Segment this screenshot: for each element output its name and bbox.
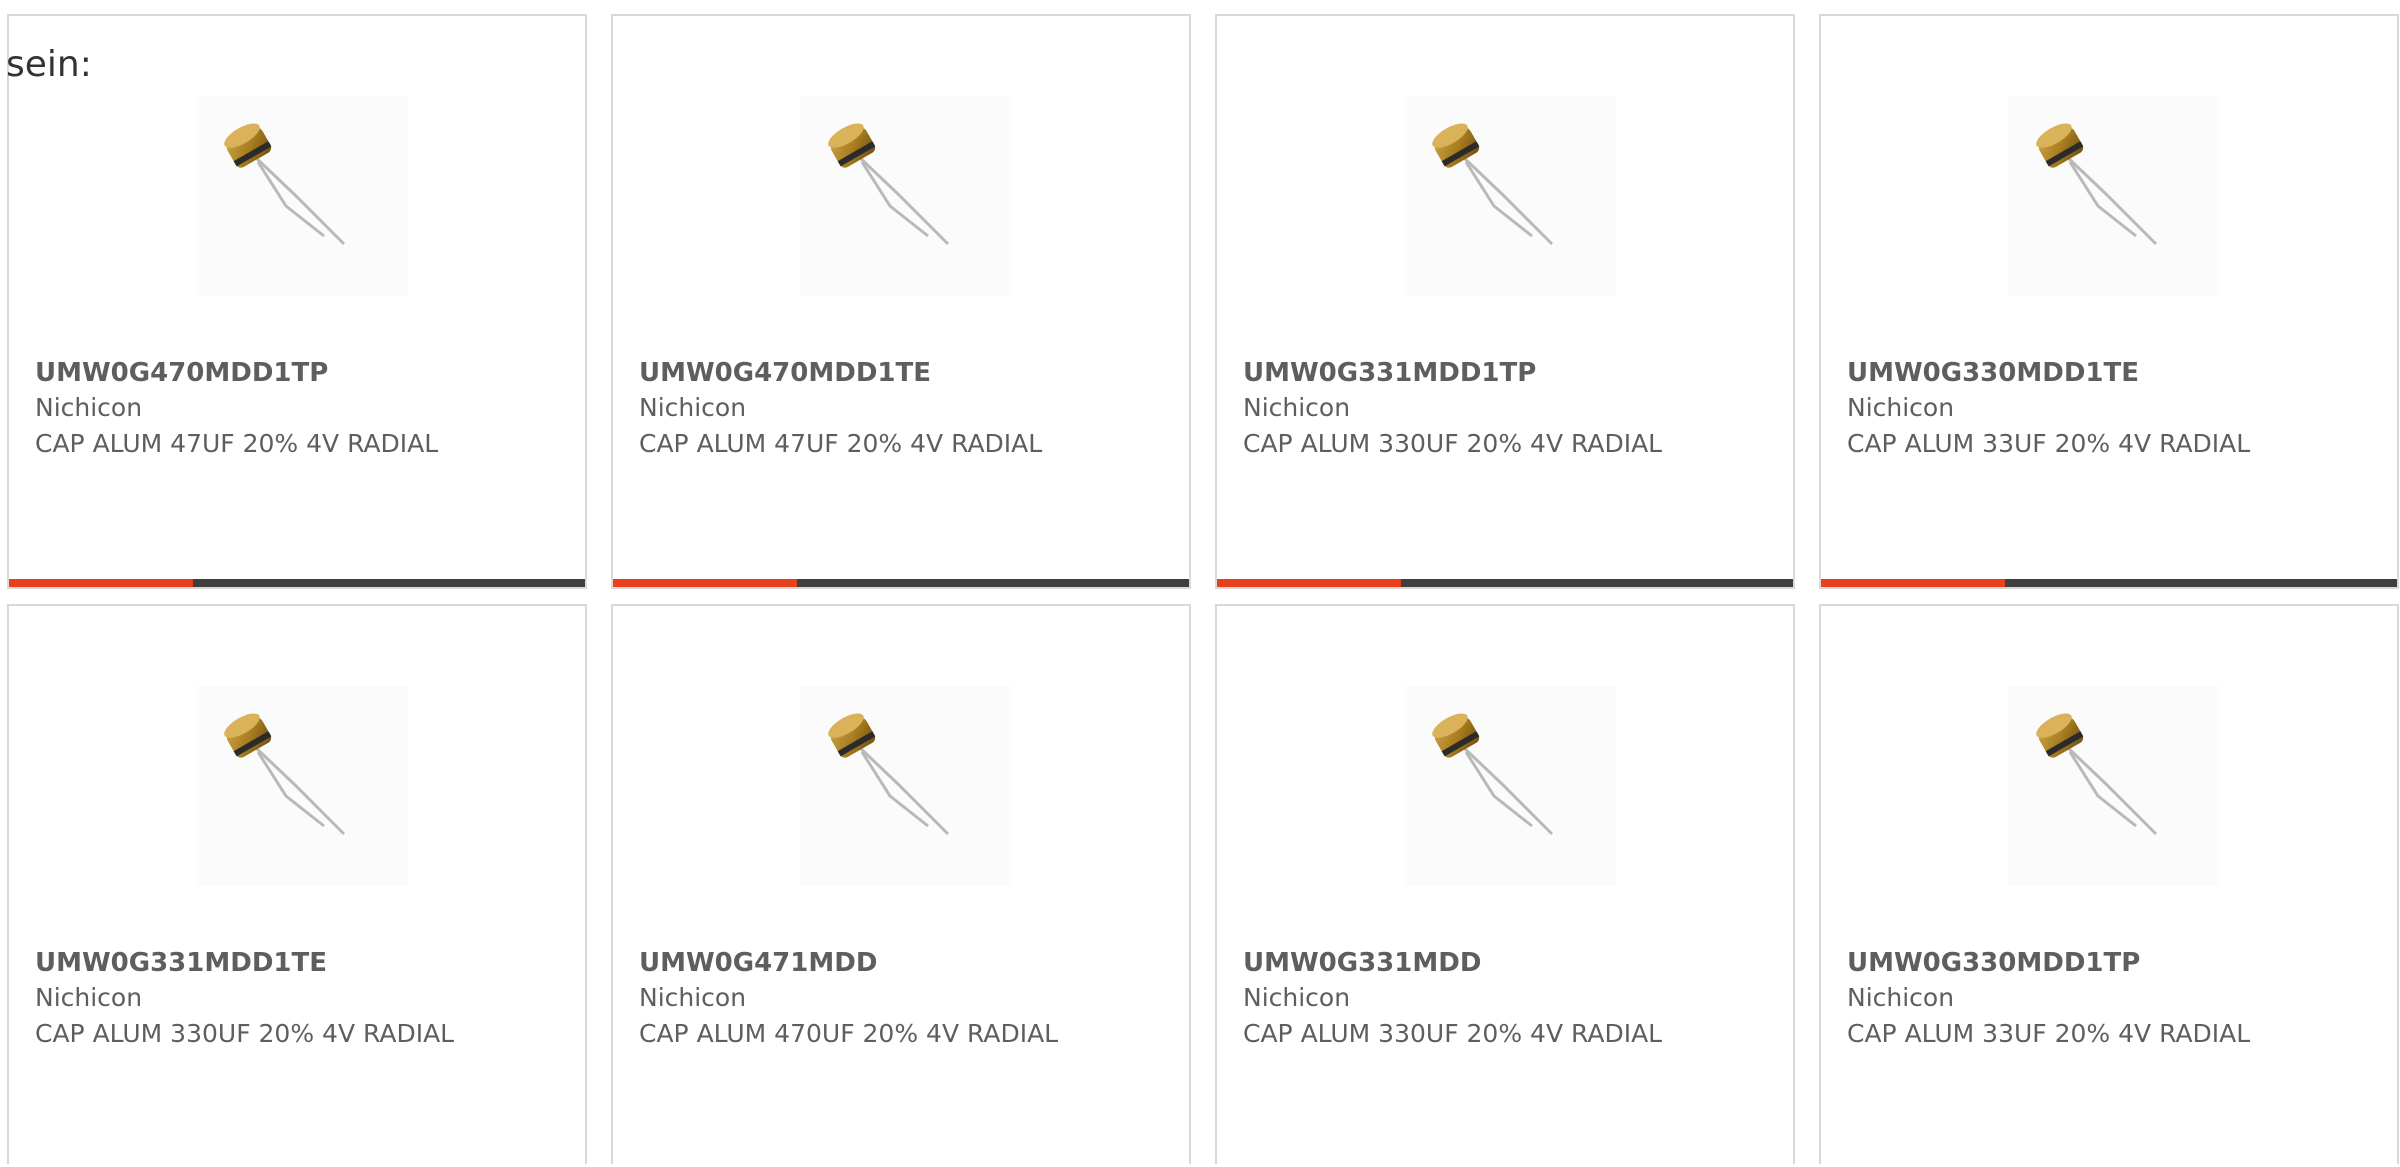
card-accent-fill [9,579,193,587]
part-number[interactable]: UMW0G470MDD1TE [639,358,931,388]
product-card[interactable]: UMW0G471MDD Nichicon CAP ALUM 470UF 20% … [611,604,1191,1164]
product-card[interactable]: UMW0G331MDD Nichicon CAP ALUM 330UF 20% … [1215,604,1795,1164]
product-description: CAP ALUM 33UF 20% 4V RADIAL [1847,429,2251,458]
product-description: CAP ALUM 330UF 20% 4V RADIAL [1243,429,1663,458]
card-accent-bar [1821,579,2397,587]
product-description: CAP ALUM 47UF 20% 4V RADIAL [639,429,1043,458]
manufacturer-name: Nichicon [1243,393,1351,422]
capacitor-image[interactable] [800,686,1012,886]
capacitor-image[interactable] [196,96,408,296]
lead-text: sein: [6,44,92,85]
product-card[interactable]: UMW0G331MDD1TP Nichicon CAP ALUM 330UF 2… [1215,14,1795,589]
card-accent-bar [1217,579,1793,587]
product-card[interactable]: UMW0G330MDD1TE Nichicon CAP ALUM 33UF 20… [1819,14,2399,589]
capacitor-image[interactable] [196,686,408,886]
product-card[interactable]: UMW0G331MDD1TE Nichicon CAP ALUM 330UF 2… [7,604,587,1164]
manufacturer-name: Nichicon [1847,983,1955,1012]
product-grid: UMW0G470MDD1TP Nichicon CAP ALUM 47UF 20… [7,14,2399,1164]
manufacturer-name: Nichicon [639,393,747,422]
manufacturer-name: Nichicon [1243,983,1351,1012]
part-number[interactable]: UMW0G331MDD1TE [35,948,327,978]
page: sein: UMW0G470MDD1TP Nichicon CAP ALUM 4… [0,0,2400,1167]
product-description: CAP ALUM 330UF 20% 4V RADIAL [1243,1019,1663,1048]
capacitor-image[interactable] [1404,96,1616,296]
product-card[interactable]: UMW0G470MDD1TP Nichicon CAP ALUM 47UF 20… [7,14,587,589]
card-accent-fill [1217,579,1401,587]
part-number[interactable]: UMW0G331MDD [1243,948,1481,978]
part-number[interactable]: UMW0G471MDD [639,948,877,978]
capacitor-image[interactable] [2008,686,2220,886]
capacitor-image[interactable] [1404,686,1616,886]
card-accent-fill [613,579,797,587]
product-description: CAP ALUM 33UF 20% 4V RADIAL [1847,1019,2251,1048]
product-description: CAP ALUM 47UF 20% 4V RADIAL [35,429,439,458]
product-description: CAP ALUM 330UF 20% 4V RADIAL [35,1019,455,1048]
part-number[interactable]: UMW0G330MDD1TE [1847,358,2139,388]
product-description: CAP ALUM 470UF 20% 4V RADIAL [639,1019,1059,1048]
manufacturer-name: Nichicon [35,393,143,422]
product-card[interactable]: UMW0G470MDD1TE Nichicon CAP ALUM 47UF 20… [611,14,1191,589]
card-accent-bar [613,579,1189,587]
manufacturer-name: Nichicon [1847,393,1955,422]
manufacturer-name: Nichicon [35,983,143,1012]
product-card[interactable]: UMW0G330MDD1TP Nichicon CAP ALUM 33UF 20… [1819,604,2399,1164]
part-number[interactable]: UMW0G331MDD1TP [1243,358,1536,388]
capacitor-image[interactable] [2008,96,2220,296]
part-number[interactable]: UMW0G470MDD1TP [35,358,328,388]
card-accent-fill [1821,579,2005,587]
capacitor-image[interactable] [800,96,1012,296]
card-accent-bar [9,579,585,587]
manufacturer-name: Nichicon [639,983,747,1012]
part-number[interactable]: UMW0G330MDD1TP [1847,948,2140,978]
